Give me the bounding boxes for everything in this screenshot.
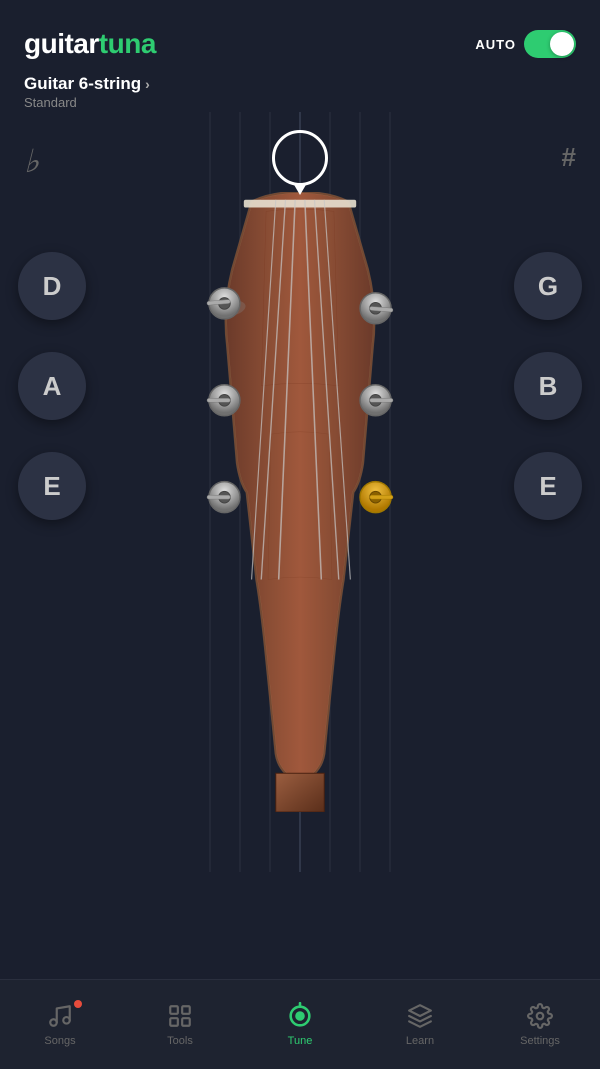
tune-icon bbox=[286, 1002, 314, 1030]
tuning-label: Standard bbox=[24, 95, 576, 110]
string-a-button[interactable]: A bbox=[18, 352, 86, 420]
flat-symbol[interactable]: ♭ bbox=[24, 142, 39, 180]
header: guitartuna AUTO bbox=[0, 0, 600, 70]
settings-icon bbox=[526, 1002, 554, 1030]
headstock bbox=[170, 192, 430, 812]
tuner-indicator bbox=[272, 130, 328, 186]
bottom-navigation: Songs Tools Tune bbox=[0, 979, 600, 1069]
string-g-button[interactable]: G bbox=[514, 252, 582, 320]
chevron-right-icon: › bbox=[145, 76, 150, 92]
auto-label: AUTO bbox=[475, 37, 516, 52]
toggle-thumb bbox=[550, 32, 574, 56]
string-e-high-button[interactable]: E bbox=[514, 452, 582, 520]
logo-guitar-text: guitar bbox=[24, 28, 99, 59]
string-buttons-right: G B E bbox=[514, 252, 582, 520]
learn-label: Learn bbox=[406, 1035, 434, 1047]
nav-learn[interactable]: Learn bbox=[360, 1002, 480, 1047]
tune-label: Tune bbox=[288, 1035, 313, 1047]
tools-label: Tools bbox=[167, 1035, 193, 1047]
learn-icon bbox=[406, 1002, 434, 1030]
string-e-low-button[interactable]: E bbox=[18, 452, 86, 520]
auto-toggle-switch[interactable] bbox=[524, 30, 576, 58]
nav-tune[interactable]: Tune bbox=[240, 1002, 360, 1047]
string-buttons-left: D A E bbox=[18, 252, 86, 520]
string-b-button[interactable]: B bbox=[514, 352, 582, 420]
tuner-circle bbox=[272, 130, 328, 186]
string-d-button[interactable]: D bbox=[18, 252, 86, 320]
songs-notification-dot bbox=[74, 1000, 82, 1008]
auto-toggle-container[interactable]: AUTO bbox=[475, 30, 576, 58]
logo-tuna-text: tuna bbox=[99, 28, 156, 59]
nav-songs[interactable]: Songs bbox=[0, 1002, 120, 1047]
songs-label: Songs bbox=[44, 1035, 75, 1047]
headstock-svg bbox=[170, 192, 430, 812]
nav-tools[interactable]: Tools bbox=[120, 1002, 240, 1047]
settings-label: Settings bbox=[520, 1035, 560, 1047]
app-logo: guitartuna bbox=[24, 28, 156, 60]
sharp-symbol[interactable]: # bbox=[562, 142, 576, 173]
tuner-area: ♭ # bbox=[0, 112, 600, 872]
nav-settings[interactable]: Settings bbox=[480, 1002, 600, 1047]
tools-icon bbox=[166, 1002, 194, 1030]
instrument-name[interactable]: Guitar 6-string › bbox=[24, 74, 576, 94]
instrument-selector[interactable]: Guitar 6-string › Standard bbox=[0, 70, 600, 112]
songs-icon bbox=[46, 1002, 74, 1030]
tuner-pointer bbox=[293, 183, 307, 195]
